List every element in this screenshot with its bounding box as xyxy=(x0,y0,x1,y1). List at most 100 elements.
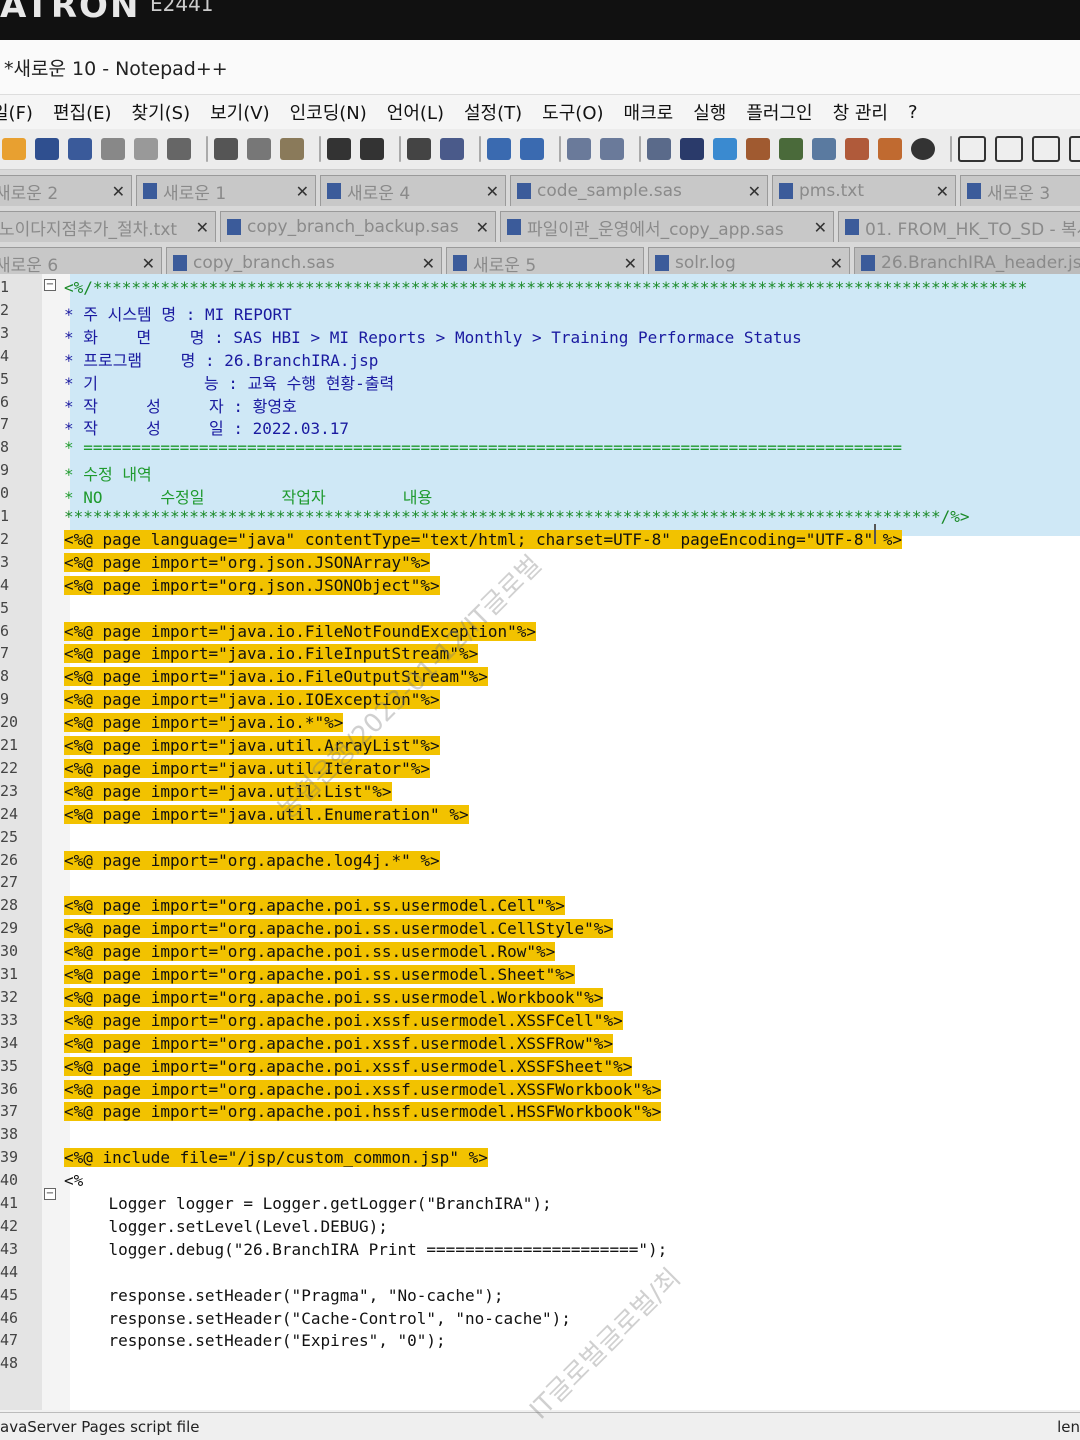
line-number: 4 xyxy=(0,575,10,594)
indent-guide-icon[interactable] xyxy=(713,138,737,160)
replace-icon[interactable] xyxy=(440,138,464,160)
line-number: 33 xyxy=(0,1010,19,1029)
line-number: 46 xyxy=(0,1308,19,1327)
print-icon[interactable] xyxy=(167,138,191,160)
tab-new-1[interactable]: 새로운 1 ✕ xyxy=(136,175,316,206)
code-line: 7 * 작 성 일 : 2022.03.17 xyxy=(0,415,1080,438)
close-icon[interactable]: ✕ xyxy=(808,218,827,237)
file-icon xyxy=(779,183,793,199)
menu-help[interactable]: ? xyxy=(908,102,918,123)
code-line: 4 <%@ page import="org.json.JSONObject"%> xyxy=(0,575,1080,598)
close-icon[interactable]: ✕ xyxy=(290,182,309,201)
cut-icon[interactable] xyxy=(214,138,238,160)
menu-file[interactable]: 일(F) xyxy=(0,99,33,125)
tab-bar: 새로운 2 ✕ 새로운 1 ✕ 새로운 4 ✕ code_sample.sas ✕ pm… xyxy=(0,170,1080,278)
close-icon[interactable]: ✕ xyxy=(742,182,761,201)
close-icon[interactable]: ✕ xyxy=(930,182,949,201)
toolbar-separator xyxy=(950,136,952,162)
sync-horizontal-icon[interactable] xyxy=(600,138,624,160)
save-all-icon[interactable] xyxy=(68,138,92,160)
tab-code-sample[interactable]: code_sample.sas ✕ xyxy=(510,175,768,206)
zoom-out-icon[interactable] xyxy=(520,138,544,160)
file-icon xyxy=(507,219,521,235)
code-text: <%@ page import="org.apache.poi.ss.userm… xyxy=(64,896,565,916)
close-icon[interactable]: ✕ xyxy=(416,254,435,273)
code-line: 5 xyxy=(0,599,1080,621)
sync-vertical-icon[interactable] xyxy=(567,138,591,160)
tab-pms[interactable]: pms.txt ✕ xyxy=(772,175,956,206)
new-file-icon[interactable] xyxy=(2,138,26,160)
close-icon[interactable]: ✕ xyxy=(618,254,637,273)
paste-icon[interactable] xyxy=(280,138,304,160)
fold-toggle-icon[interactable]: − xyxy=(44,1188,56,1200)
line-number: 44 xyxy=(0,1262,19,1281)
menu-view[interactable]: 보기(V) xyxy=(210,99,269,125)
close-file-icon[interactable] xyxy=(101,138,125,160)
tab-new-3[interactable]: 새로운 3 xyxy=(960,175,1080,206)
close-icon[interactable]: ✕ xyxy=(480,182,499,201)
line-number: 34 xyxy=(0,1033,19,1052)
close-icon[interactable]: ✕ xyxy=(136,254,155,273)
code-line: 45 response.setHeader("Pragma", "No-cach… xyxy=(0,1286,1080,1308)
menu-plugins[interactable]: 플러그인 xyxy=(746,99,812,125)
folder-workspace-icon[interactable] xyxy=(845,138,869,160)
zoom-in-icon[interactable] xyxy=(487,138,511,160)
code-line: 3 <%@ page import="org.json.JSONArray"%> xyxy=(0,552,1080,575)
code-editor[interactable]: 1 <%/************************************… xyxy=(0,274,1080,1410)
tab-new-4[interactable]: 새로운 4 ✕ xyxy=(320,175,506,206)
find-icon[interactable] xyxy=(407,138,431,160)
tab-label: code_sample.sas xyxy=(537,181,682,201)
tab-label: 26.BranchIRA_header.js xyxy=(881,253,1080,273)
menu-search[interactable]: 찾기(S) xyxy=(132,99,191,125)
code-text: <%@ include file="/jsp/custom_common.jsp… xyxy=(64,1148,488,1168)
code-text: ****************************************… xyxy=(64,507,970,526)
monitor-icon[interactable] xyxy=(911,138,935,160)
stop-macro-icon[interactable] xyxy=(995,136,1023,162)
doc-map-icon[interactable] xyxy=(779,138,803,160)
menu-macro[interactable]: 매크로 xyxy=(624,99,674,125)
function-list-icon[interactable] xyxy=(812,138,836,160)
tab-from-hk-to-sd[interactable]: 01. FROM_HK_TO_SD - 복사본 xyxy=(838,211,1080,242)
tab-new-2[interactable]: 새로운 2 ✕ xyxy=(0,175,132,206)
file-icon xyxy=(845,219,859,235)
menu-tools[interactable]: 도구(O) xyxy=(542,99,603,125)
menu-run[interactable]: 실행 xyxy=(693,99,726,125)
code-text: <%@ page import="org.apache.poi.ss.userm… xyxy=(64,919,614,939)
line-number: 28 xyxy=(0,896,19,915)
undo-icon[interactable] xyxy=(327,138,351,160)
code-line: 2 <%@ page language="java" contentType="t… xyxy=(0,529,1080,552)
fold-toggle-icon[interactable]: − xyxy=(44,279,56,291)
save-icon[interactable] xyxy=(35,138,59,160)
close-icon[interactable]: ✕ xyxy=(106,182,125,201)
code-text: <%@ page language="java" contentType="te… xyxy=(64,529,903,549)
close-all-icon[interactable] xyxy=(134,138,158,160)
tab-noida-branch[interactable]: 노이다지점추가_절차.txt ✕ xyxy=(0,211,216,242)
text-cursor xyxy=(874,524,876,544)
menu-language[interactable]: 언어(L) xyxy=(387,99,444,125)
tab-label: 새로운 5 xyxy=(473,255,537,276)
tab-copy-branch-backup[interactable]: copy_branch_backup.sas ✕ xyxy=(220,211,496,242)
code-text: * NO 수정일 작업자 내용 xyxy=(64,488,433,508)
play-macro-icon[interactable] xyxy=(1032,136,1060,162)
line-number: 2 xyxy=(0,300,10,319)
file-type-label: avaServer Pages script file xyxy=(0,1418,200,1436)
record-macro-icon[interactable] xyxy=(958,136,986,162)
close-icon[interactable]: ✕ xyxy=(190,218,209,237)
code-line: 47 response.setHeader("Expires", "0"); xyxy=(0,1331,1080,1353)
word-wrap-icon[interactable] xyxy=(647,138,671,160)
menu-settings[interactable]: 설정(T) xyxy=(464,99,522,125)
tab-file-migration[interactable]: 파일이관_운영에서_copy_app.sas ✕ xyxy=(500,211,834,242)
menu-edit[interactable]: 편집(E) xyxy=(53,99,112,125)
code-line: 40 <% xyxy=(0,1171,1080,1193)
copy-icon[interactable] xyxy=(247,138,271,160)
folder-icon[interactable] xyxy=(878,138,902,160)
show-all-chars-icon[interactable] xyxy=(680,138,704,160)
menu-encoding[interactable]: 인코딩(N) xyxy=(290,99,367,125)
language-icon[interactable] xyxy=(746,138,770,160)
code-text: response.setHeader("Pragma", "No-cache")… xyxy=(70,1285,504,1305)
close-icon[interactable]: ✕ xyxy=(470,218,489,237)
run-macro-multiple-icon[interactable] xyxy=(1069,136,1080,162)
redo-icon[interactable] xyxy=(360,138,384,160)
close-icon[interactable]: ✕ xyxy=(824,254,843,273)
menu-window[interactable]: 창 관리 xyxy=(833,99,888,125)
